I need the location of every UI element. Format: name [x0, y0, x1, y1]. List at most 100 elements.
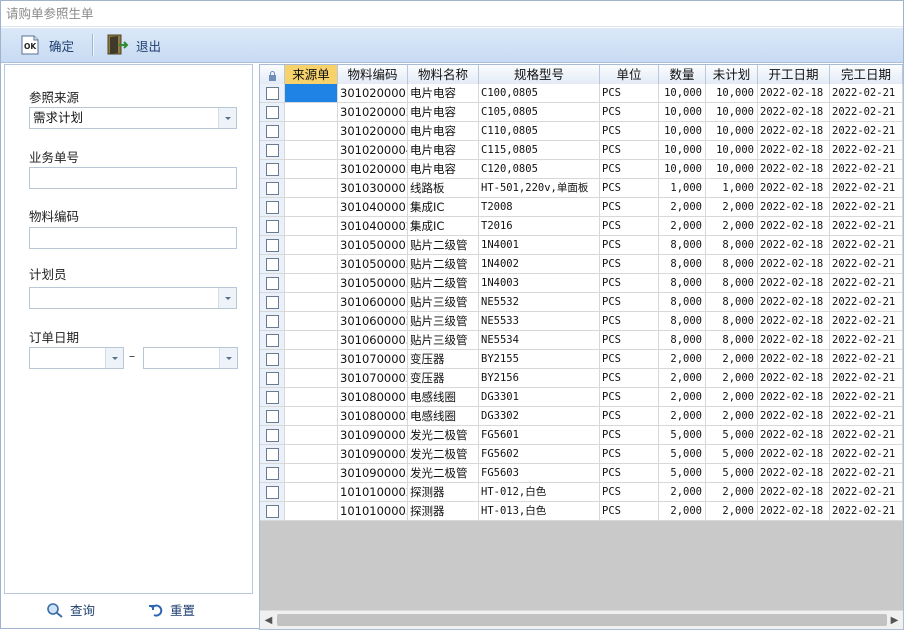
cell-material-code[interactable]: 3010800002: [338, 407, 408, 426]
cell-quantity[interactable]: 10,000: [659, 84, 706, 103]
cell-material-code[interactable]: 3010600002: [338, 312, 408, 331]
cell-finish-date[interactable]: 2022-02-21: [830, 369, 903, 388]
cell-material-name[interactable]: 探测器: [408, 483, 479, 502]
cell-spec[interactable]: HT-501,220v,单面板: [479, 179, 600, 198]
cell-unit[interactable]: PCS: [600, 274, 659, 293]
cell-unplanned[interactable]: 10,000: [706, 84, 758, 103]
cell-unit[interactable]: PCS: [600, 141, 659, 160]
cell-unit[interactable]: PCS: [600, 407, 659, 426]
checkbox[interactable]: [265, 181, 279, 195]
cell-quantity[interactable]: 10,000: [659, 160, 706, 179]
checkbox[interactable]: [265, 409, 279, 423]
cell-material-name[interactable]: 电片电容: [408, 103, 479, 122]
cell-spec[interactable]: C115,0805: [479, 141, 600, 160]
checkbox[interactable]: [265, 124, 279, 138]
row-checkbox[interactable]: [260, 255, 285, 274]
cell-finish-date[interactable]: 2022-02-21: [830, 293, 903, 312]
row-checkbox[interactable]: [260, 217, 285, 236]
table-row[interactable]: 3010700002 变压器 BY2156 PCS 2,000 2,000 2022-02-…: [260, 369, 903, 388]
cell-spec[interactable]: FG5602: [479, 445, 600, 464]
row-checkbox[interactable]: [260, 141, 285, 160]
cell-spec[interactable]: DG3301: [479, 388, 600, 407]
cell-quantity[interactable]: 5,000: [659, 426, 706, 445]
cell-material-name[interactable]: 电片电容: [408, 122, 479, 141]
checkbox[interactable]: [265, 352, 279, 366]
cell-material-name[interactable]: 电片电容: [408, 160, 479, 179]
table-row[interactable]: 3010500001 贴片二级管 1N4001 PCS 8,000 8,000 2022-0…: [260, 236, 903, 255]
row-checkbox[interactable]: [260, 426, 285, 445]
cell-quantity[interactable]: 10,000: [659, 141, 706, 160]
row-checkbox[interactable]: [260, 84, 285, 103]
chevron-down-icon[interactable]: [219, 348, 237, 368]
row-checkbox[interactable]: [260, 179, 285, 198]
row-checkbox[interactable]: [260, 198, 285, 217]
cell-unit[interactable]: PCS: [600, 312, 659, 331]
col-header-material-code[interactable]: 物料编码: [338, 65, 408, 84]
cell-spec[interactable]: HT-012,白色: [479, 483, 600, 502]
cell-material-name[interactable]: 贴片三级管: [408, 312, 479, 331]
cell-start-date[interactable]: 2022-02-18: [758, 464, 830, 483]
checkbox[interactable]: [265, 257, 279, 271]
cell-unit[interactable]: PCS: [600, 388, 659, 407]
cell-material-name[interactable]: 贴片二级管: [408, 236, 479, 255]
cell-material-code[interactable]: 3010200001: [338, 84, 408, 103]
cell-unit[interactable]: PCS: [600, 103, 659, 122]
cell-spec[interactable]: FG5601: [479, 426, 600, 445]
cell-unit[interactable]: PCS: [600, 84, 659, 103]
lock-icon[interactable]: [260, 65, 285, 84]
row-checkbox[interactable]: [260, 464, 285, 483]
cell-source[interactable]: [285, 198, 338, 217]
cell-quantity[interactable]: 2,000: [659, 350, 706, 369]
cell-start-date[interactable]: 2022-02-18: [758, 217, 830, 236]
row-checkbox[interactable]: [260, 350, 285, 369]
cell-material-name[interactable]: 集成IC: [408, 198, 479, 217]
cell-material-name[interactable]: 电片电容: [408, 141, 479, 160]
cell-finish-date[interactable]: 2022-02-21: [830, 179, 903, 198]
cell-start-date[interactable]: 2022-02-18: [758, 331, 830, 350]
cell-unit[interactable]: PCS: [600, 160, 659, 179]
cell-unplanned[interactable]: 2,000: [706, 483, 758, 502]
row-checkbox[interactable]: [260, 160, 285, 179]
cell-quantity[interactable]: 8,000: [659, 293, 706, 312]
cell-quantity[interactable]: 2,000: [659, 388, 706, 407]
cell-quantity[interactable]: 8,000: [659, 312, 706, 331]
cell-material-name[interactable]: 贴片三级管: [408, 331, 479, 350]
cell-material-code[interactable]: 3010200003: [338, 122, 408, 141]
row-checkbox[interactable]: [260, 369, 285, 388]
cell-start-date[interactable]: 2022-02-18: [758, 369, 830, 388]
data-grid[interactable]: 来源单 物料编码 物料名称 规格型号 单位 数量 未计划 开工日期 完工日期 3…: [259, 64, 904, 630]
col-header-start-date[interactable]: 开工日期: [758, 65, 830, 84]
cell-finish-date[interactable]: 2022-02-21: [830, 445, 903, 464]
checkbox[interactable]: [265, 143, 279, 157]
checkbox[interactable]: [265, 447, 279, 461]
chevron-down-icon[interactable]: [105, 348, 123, 368]
cell-quantity[interactable]: 2,000: [659, 502, 706, 521]
cell-quantity[interactable]: 1,000: [659, 179, 706, 198]
cell-quantity[interactable]: 8,000: [659, 331, 706, 350]
cell-unplanned[interactable]: 5,000: [706, 426, 758, 445]
row-checkbox[interactable]: [260, 293, 285, 312]
checkbox[interactable]: [265, 276, 279, 290]
source-select[interactable]: 需求计划: [29, 107, 237, 129]
cell-material-code[interactable]: 3010200005: [338, 160, 408, 179]
cell-material-name[interactable]: 发光二极管: [408, 464, 479, 483]
cell-source[interactable]: [285, 274, 338, 293]
cell-source[interactable]: [285, 483, 338, 502]
col-header-material-name[interactable]: 物料名称: [408, 65, 479, 84]
cell-start-date[interactable]: 2022-02-18: [758, 350, 830, 369]
cell-material-name[interactable]: 贴片二级管: [408, 255, 479, 274]
cell-material-code[interactable]: 3010200002: [338, 103, 408, 122]
cell-finish-date[interactable]: 2022-02-21: [830, 198, 903, 217]
cell-finish-date[interactable]: 2022-02-21: [830, 236, 903, 255]
checkbox[interactable]: [265, 295, 279, 309]
cell-start-date[interactable]: 2022-02-18: [758, 84, 830, 103]
cell-material-name[interactable]: 变压器: [408, 369, 479, 388]
table-row[interactable]: 3010900002 发光二极管 FG5602 PCS 5,000 5,000 2022-0…: [260, 445, 903, 464]
cell-finish-date[interactable]: 2022-02-21: [830, 217, 903, 236]
cell-finish-date[interactable]: 2022-02-21: [830, 122, 903, 141]
cell-quantity[interactable]: 8,000: [659, 236, 706, 255]
cell-finish-date[interactable]: 2022-02-21: [830, 502, 903, 521]
checkbox[interactable]: [265, 371, 279, 385]
checkbox[interactable]: [265, 428, 279, 442]
cell-finish-date[interactable]: 2022-02-21: [830, 350, 903, 369]
